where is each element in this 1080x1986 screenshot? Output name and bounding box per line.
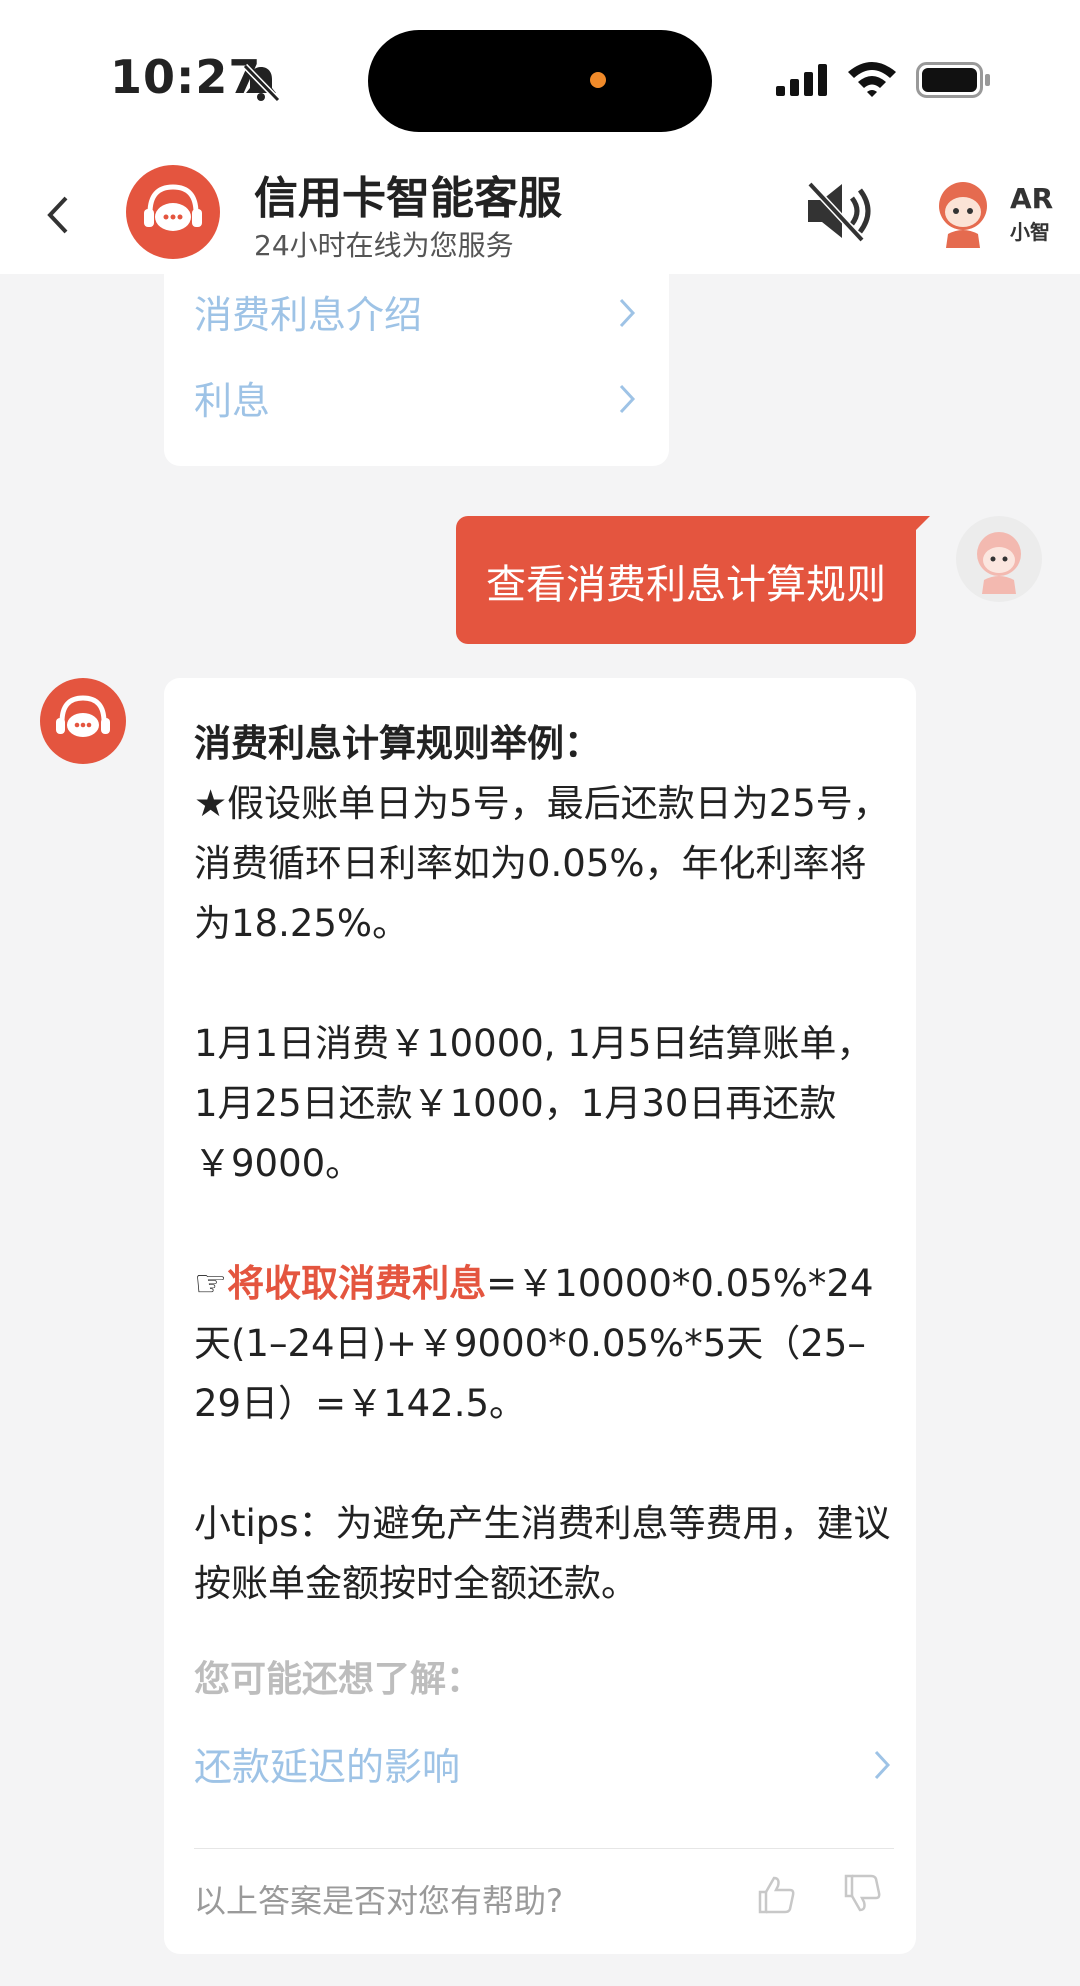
answer-formula: ☞将收取消费利息=￥10000*0.05%*24天(1–24日)+￥9000*0… [194,1254,894,1434]
answer-tips: 小tips：为避免产生消费利息等费用，建议按账单金额按时全额还款。 [194,1502,891,1605]
related-title: 您可能还想了解： [194,1659,483,1700]
headset-chat-icon [56,695,110,737]
feedback-question: 以上答案是否对您有帮助? [194,1882,563,1920]
suggestion-card: 消费利息介绍 利息 [164,274,669,466]
bot-avatar [40,678,126,764]
battery-icon [916,62,990,98]
user-mascot-icon [977,532,1021,594]
user-message-bubble: 查看消费利息计算规则 [456,516,930,644]
chat-title: 信用卡智能客服 [254,173,562,224]
ar-sub-label[interactable]: 小智 [1010,216,1050,245]
user-message-text: 查看消费利息计算规则 [486,562,886,608]
answer-body: 消费利息计算规则举例： ★假设账单日为5号，最后还款日为25号，消费循环日利率如… [194,714,894,1614]
clock: 10:27 [110,50,262,104]
chevron-right-icon [619,384,636,414]
chat-subtitle: 24小时在线为您服务 [254,229,514,262]
user-avatar [956,516,1042,602]
answer-card: 消费利息计算规则举例： ★假设账单日为5号，最后还款日为25号，消费循环日利率如… [164,678,916,1954]
camera-indicator-icon [590,72,606,88]
wifi-icon [848,62,896,97]
dynamic-island [368,30,712,132]
related-link-repayment-delay[interactable]: 还款延迟的影响 [194,1736,894,1796]
highlight-text: 将收取消费利息 [227,1262,487,1305]
answer-paragraph: ★假设账单日为5号，最后还款日为25号，消费循环日利率如为0.05%，年化利率将… [194,782,890,945]
bell-off-icon [242,63,281,103]
status-bar: 10:27 [0,0,1080,150]
suggestion-link-interest-intro[interactable]: 消费利息介绍 [194,284,639,344]
suggestion-link-interest[interactable]: 利息 [194,370,639,430]
thumbs-up-icon[interactable] [754,1872,798,1916]
pointing-hand-icon: ☞ [194,1262,228,1305]
headset-chat-icon [144,184,202,231]
chevron-right-icon [619,298,636,328]
chat-header: 信用卡智能客服 24小时在线为您服务 AR 小智 [0,150,1080,274]
cellular-signal-icon [776,64,827,96]
ar-label[interactable]: AR [1010,184,1053,214]
answer-heading: 消费利息计算规则举例： [194,722,601,765]
thumbs-down-icon[interactable] [840,1872,884,1916]
divider [194,1848,894,1849]
answer-paragraph: 1月1日消费￥10000, 1月5日结算账单，1月25日还款￥1000，1月30… [194,1022,874,1185]
speaker-muted-icon[interactable] [800,178,880,244]
chevron-right-icon [874,1750,891,1780]
back-chevron-icon[interactable] [38,190,78,240]
bot-avatar [126,165,220,259]
ar-mascot-icon[interactable] [930,178,996,250]
